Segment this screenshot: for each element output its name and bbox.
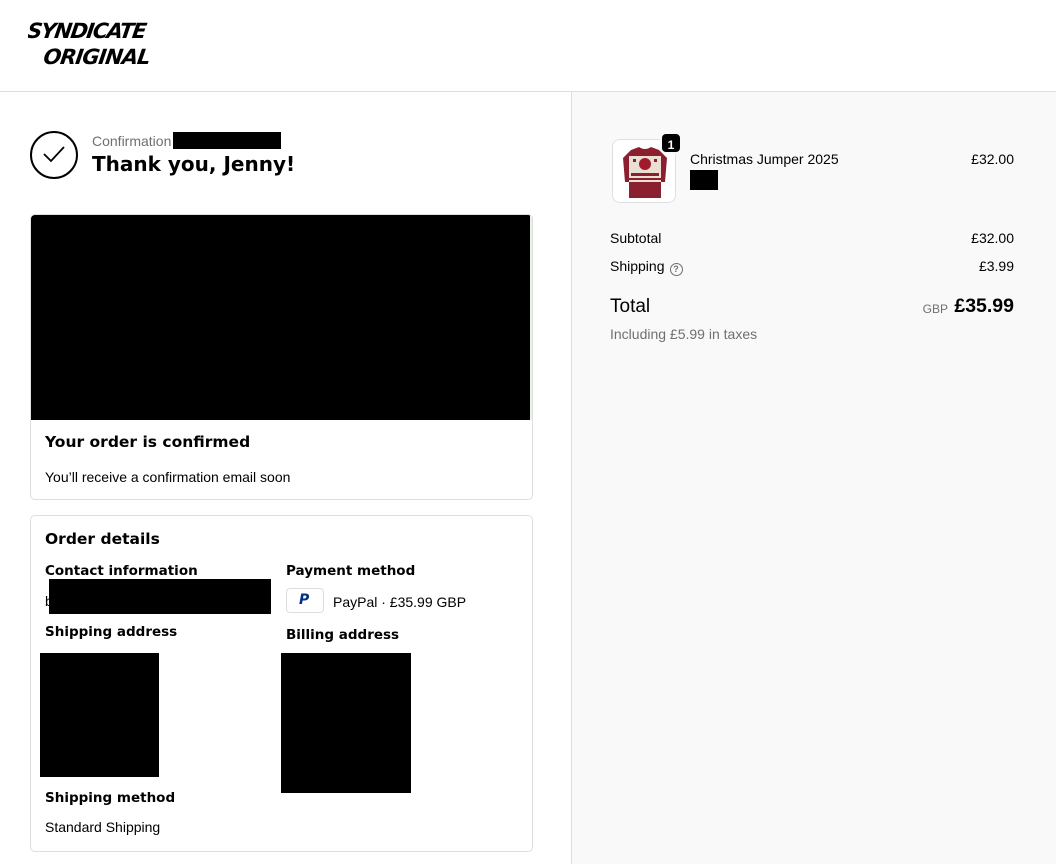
redacted-order-number: [173, 132, 281, 149]
redacted-variant: [690, 170, 718, 190]
redacted-billing-address: [281, 653, 411, 793]
payment-method-heading: Payment method: [286, 563, 416, 579]
map-edge: [530, 215, 532, 420]
shipping-method-value: Standard Shipping: [45, 819, 161, 835]
shipping-method-heading: Shipping method: [45, 790, 176, 806]
redacted-contact-info: [49, 579, 271, 614]
product-name: Christmas Jumper 2025: [690, 151, 839, 167]
shipping-label: Shipping: [610, 258, 665, 274]
redacted-shipping-address: [40, 653, 159, 777]
product-price: £32.00: [971, 151, 1014, 167]
quantity-badge: 1: [660, 132, 682, 154]
contact-info-heading: Contact information: [45, 563, 198, 579]
logo-line2: ORIGINAL: [42, 44, 152, 69]
check-circle-icon: [30, 131, 78, 179]
shipping-row-label: Shipping?: [610, 258, 683, 276]
total-label: Total: [610, 296, 651, 317]
billing-address-heading: Billing address: [286, 627, 400, 643]
subtotal-value: £32.00: [971, 230, 1014, 246]
taxes-note: Including £5.99 in taxes: [610, 326, 758, 342]
order-details-card: Order details Contact information b k Pa…: [30, 515, 533, 852]
help-icon[interactable]: ?: [669, 263, 683, 276]
shipping-address-heading: Shipping address: [45, 624, 178, 640]
order-summary: 1 Christmas Jumper 2025 £32.00 Subtotal …: [571, 92, 1056, 864]
order-confirmed-subtitle: You’ll receive a confirmation email soon: [45, 469, 291, 485]
redacted-map: [31, 215, 530, 420]
shipping-value: £3.99: [978, 258, 1014, 274]
main-content: Confirmation Thank you, Jenny! Your orde…: [0, 92, 572, 864]
order-confirmed-title: Your order is confirmed: [45, 433, 251, 451]
payment-method-value: PayPal · £35.99 GBP: [333, 594, 467, 610]
total-value: £35.99: [954, 295, 1014, 317]
brand-logo[interactable]: SYNDICATE ORIGINAL: [28, 12, 152, 72]
order-details-title: Order details: [45, 530, 160, 548]
total-currency: GBP: [922, 302, 948, 316]
order-confirmed-card: Your order is confirmed You’ll receive a…: [30, 214, 533, 500]
confirmation-label: Confirmation: [92, 133, 172, 149]
site-header: SYNDICATE ORIGINAL: [0, 0, 1056, 92]
logo-line1: SYNDICATE: [28, 18, 149, 43]
paypal-icon: P: [286, 588, 324, 613]
page-title: Thank you, Jenny!: [92, 152, 296, 176]
subtotal-label: Subtotal: [610, 230, 662, 246]
